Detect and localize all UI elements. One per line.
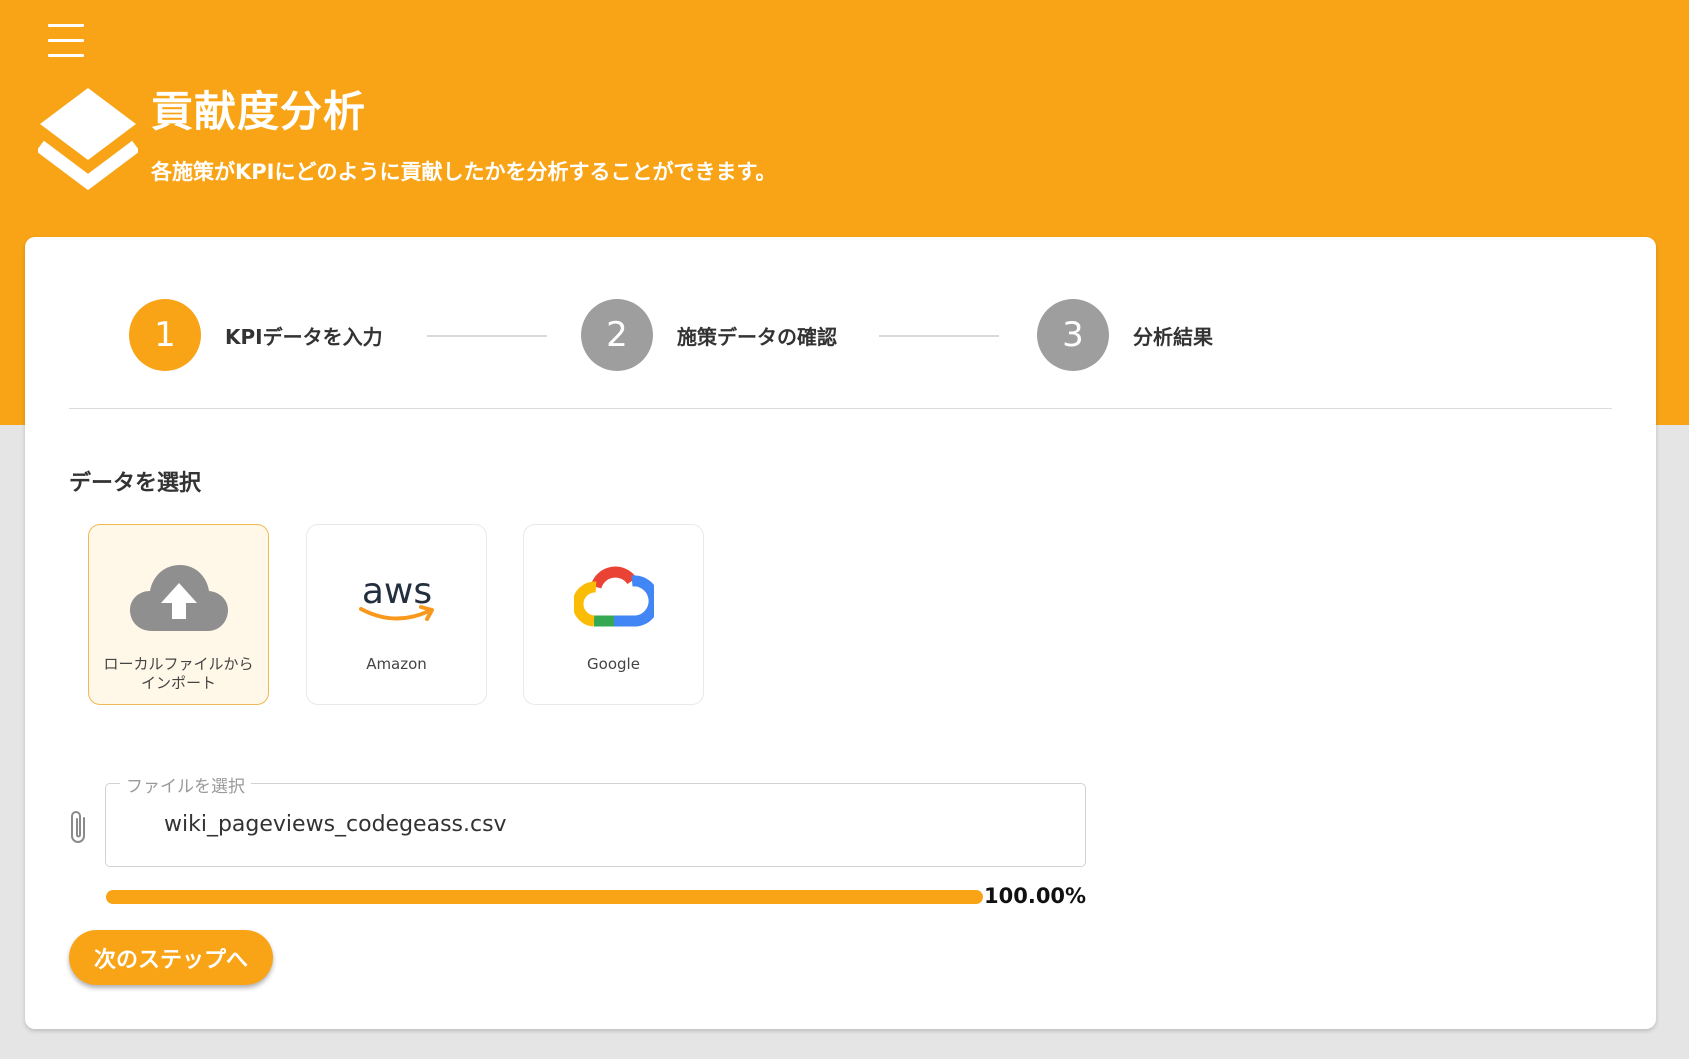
menu-icon-bar	[48, 39, 84, 42]
step-3-circle: 3	[1037, 299, 1109, 371]
aws-logo-icon: aws	[359, 571, 434, 621]
upload-progress-fill	[106, 890, 983, 904]
upload-progress-text: 100.00%	[984, 884, 1087, 908]
layers-icon	[38, 88, 138, 190]
step-connector	[879, 335, 999, 337]
step-1: 1 KPIデータを入力	[129, 299, 383, 371]
file-select-value: wiki_pageviews_codegeass.csv	[164, 812, 507, 837]
paperclip-icon	[71, 811, 85, 843]
divider	[69, 408, 1612, 409]
step-2-label: 施策データの確認	[677, 324, 837, 349]
stepper: 1 KPIデータを入力 2 施策データの確認 3 分析結果	[69, 299, 1612, 371]
source-google-label: Google	[587, 655, 640, 673]
step-2: 2 施策データの確認	[581, 299, 837, 371]
menu-button[interactable]	[44, 22, 88, 60]
source-google[interactable]: Google	[523, 524, 704, 705]
upload-progress-bar	[106, 890, 983, 904]
source-local-file[interactable]: ローカルファイルからインポート	[88, 524, 269, 705]
google-cloud-logo-icon	[574, 566, 654, 627]
cloud-upload-icon	[130, 565, 228, 631]
step-3: 3 分析結果	[1037, 299, 1213, 371]
source-local-file-label: ローカルファイルからインポート	[103, 655, 254, 692]
menu-icon-bar	[48, 54, 84, 57]
next-step-button[interactable]: 次のステップへ	[69, 930, 273, 985]
section-title: データを選択	[69, 471, 202, 496]
main-card: 1 KPIデータを入力 2 施策データの確認 3 分析結果 データを選択 ローカ…	[25, 237, 1656, 1029]
source-amazon-label: Amazon	[366, 655, 427, 673]
step-1-circle: 1	[129, 299, 201, 371]
file-select-legend: ファイルを選択	[120, 772, 251, 797]
step-3-label: 分析結果	[1133, 324, 1213, 349]
page-subtitle: 各施策がKPIにどのように貢献したかを分析することができます。	[151, 160, 777, 184]
step-1-label: KPIデータを入力	[225, 324, 383, 349]
menu-icon-bar	[48, 24, 84, 27]
step-2-circle: 2	[581, 299, 653, 371]
step-connector	[427, 335, 547, 337]
file-select-field[interactable]: ファイルを選択 wiki_pageviews_codegeass.csv	[105, 772, 1086, 867]
source-amazon[interactable]: aws Amazon	[306, 524, 487, 705]
page-title: 貢献度分析	[151, 87, 367, 136]
